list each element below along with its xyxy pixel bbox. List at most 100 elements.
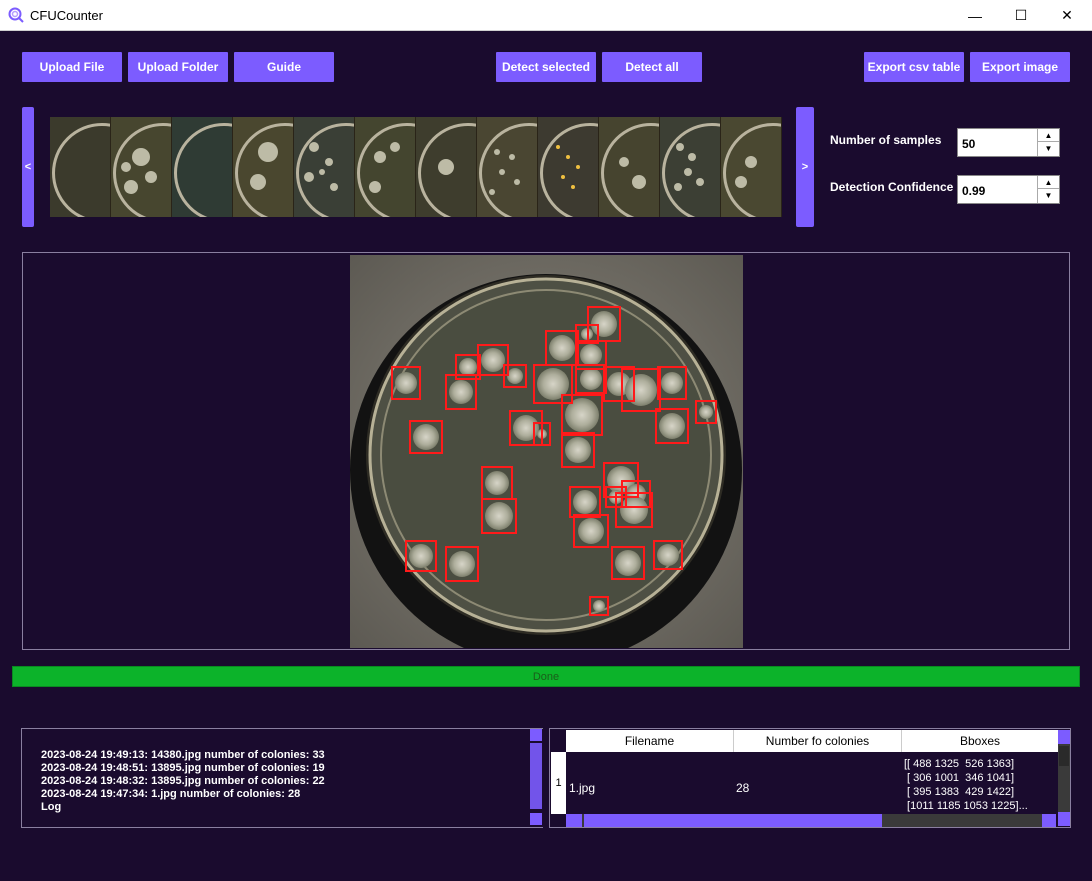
colony	[485, 502, 513, 530]
thumbnail[interactable]	[294, 117, 355, 217]
colony	[449, 551, 475, 577]
thumbnail[interactable]	[111, 117, 172, 217]
colony	[549, 335, 575, 361]
colony-dot	[309, 142, 319, 152]
results-table: Filename Number fo colonies Bboxes 1 1.j…	[549, 728, 1071, 828]
samples-spinbox[interactable]: 50 ▲ ▼	[957, 128, 1060, 157]
filename-cell[interactable]: 1.jpg	[569, 781, 595, 795]
spin-up-icon[interactable]: ▲	[1038, 129, 1059, 142]
upload-folder-button[interactable]: Upload Folder	[128, 52, 228, 82]
detect-selected-button[interactable]: Detect selected	[496, 52, 596, 82]
colony-dot	[369, 181, 381, 193]
colony-dot	[319, 169, 325, 175]
thumbnail[interactable]	[477, 117, 538, 217]
count-cell[interactable]: 28	[736, 781, 749, 795]
colony-dot	[325, 158, 333, 166]
thumbnail[interactable]	[599, 117, 660, 217]
table-vertical-scrollbar[interactable]	[1058, 730, 1070, 826]
dish-rim	[540, 123, 598, 217]
maximize-button[interactable]: ☐	[998, 0, 1044, 31]
colony	[578, 518, 604, 544]
row-number[interactable]: 1	[551, 752, 566, 814]
colony-dot	[258, 142, 278, 162]
carousel-prev-button[interactable]: <	[22, 107, 34, 227]
dish-rim	[296, 123, 354, 217]
colony	[593, 600, 605, 612]
colony-dot	[576, 165, 580, 169]
title-bar: CFUCounter — ☐ ✕	[0, 0, 1092, 31]
thumbnail[interactable]	[538, 117, 599, 217]
colony-dot	[696, 178, 704, 186]
spin-down-icon[interactable]: ▼	[1038, 189, 1059, 202]
colony-dot	[676, 143, 684, 151]
colony-dot	[494, 149, 500, 155]
thumbnail[interactable]	[233, 117, 294, 217]
detect-all-button[interactable]: Detect all	[602, 52, 702, 82]
colony-dot	[489, 189, 495, 195]
colony	[459, 358, 477, 376]
carousel-next-button[interactable]: >	[796, 107, 814, 227]
app-logo-icon	[8, 7, 24, 23]
colony	[513, 415, 539, 441]
thumbnail[interactable]	[660, 117, 721, 217]
colony-dot	[250, 174, 266, 190]
colony	[565, 437, 591, 463]
colony	[615, 550, 641, 576]
thumbnail[interactable]	[172, 117, 233, 217]
colony-dot	[124, 180, 138, 194]
samples-value[interactable]: 50	[962, 137, 975, 151]
minimize-button[interactable]: —	[952, 0, 998, 31]
window-title: CFUCounter	[30, 8, 103, 23]
colony-dot	[499, 169, 505, 175]
confidence-spinbox[interactable]: 0.99 ▲ ▼	[957, 175, 1060, 204]
spin-up-icon[interactable]: ▲	[1038, 176, 1059, 189]
close-button[interactable]: ✕	[1044, 0, 1090, 31]
colony-dot	[514, 179, 520, 185]
colony	[620, 496, 648, 524]
colony-dot	[556, 145, 560, 149]
dish-rim	[52, 123, 110, 217]
export-csv-button[interactable]: Export csv table	[864, 52, 964, 82]
colony-dot	[145, 171, 157, 183]
colony	[409, 544, 433, 568]
thumbnail[interactable]	[721, 117, 782, 217]
bboxes-cell[interactable]: [[ 488 1325 526 1363] [ 306 1001 346 104…	[904, 757, 1028, 813]
column-header-bboxes[interactable]: Bboxes	[902, 730, 1058, 752]
log-line: 2023-08-24 19:48:32: 13895.jpg number of…	[41, 775, 325, 787]
colony	[580, 368, 602, 390]
colony-dot	[674, 183, 682, 191]
confidence-value[interactable]: 0.99	[962, 184, 985, 198]
colony	[573, 490, 597, 514]
upload-file-button[interactable]: Upload File	[22, 52, 122, 82]
colony	[699, 405, 713, 419]
petri-dish-image	[350, 255, 743, 648]
colony-dot	[745, 156, 757, 168]
colony-dot	[438, 159, 454, 175]
colony	[413, 424, 439, 450]
guide-button[interactable]: Guide	[234, 52, 334, 82]
colony-dot	[374, 151, 386, 163]
colony-dot	[132, 148, 150, 166]
colony-dot	[571, 185, 575, 189]
table-horizontal-scrollbar[interactable]	[566, 814, 1056, 827]
column-header-count[interactable]: Number fo colonies	[734, 730, 902, 752]
colony	[659, 413, 685, 439]
colony-dot	[390, 142, 400, 152]
log-panel: 2023-08-24 19:49:13: 14380.jpg number of…	[21, 728, 543, 828]
spin-down-icon[interactable]: ▼	[1038, 142, 1059, 155]
colony	[485, 471, 509, 495]
colony-dot	[304, 172, 314, 182]
thumbnail[interactable]	[50, 117, 111, 217]
log-lines: 2023-08-24 19:49:13: 14380.jpg number of…	[41, 749, 325, 814]
colony	[657, 544, 679, 566]
log-scrollbar[interactable]	[529, 729, 543, 827]
thumbnail[interactable]	[355, 117, 416, 217]
thumbnail[interactable]	[416, 117, 477, 217]
colony	[507, 368, 523, 384]
colony-dot	[619, 157, 629, 167]
export-image-button[interactable]: Export image	[970, 52, 1070, 82]
detection-overlay	[350, 255, 743, 648]
column-header-filename[interactable]: Filename	[566, 730, 734, 752]
colony-dot	[632, 175, 646, 189]
progress-label: Done	[532, 671, 560, 683]
